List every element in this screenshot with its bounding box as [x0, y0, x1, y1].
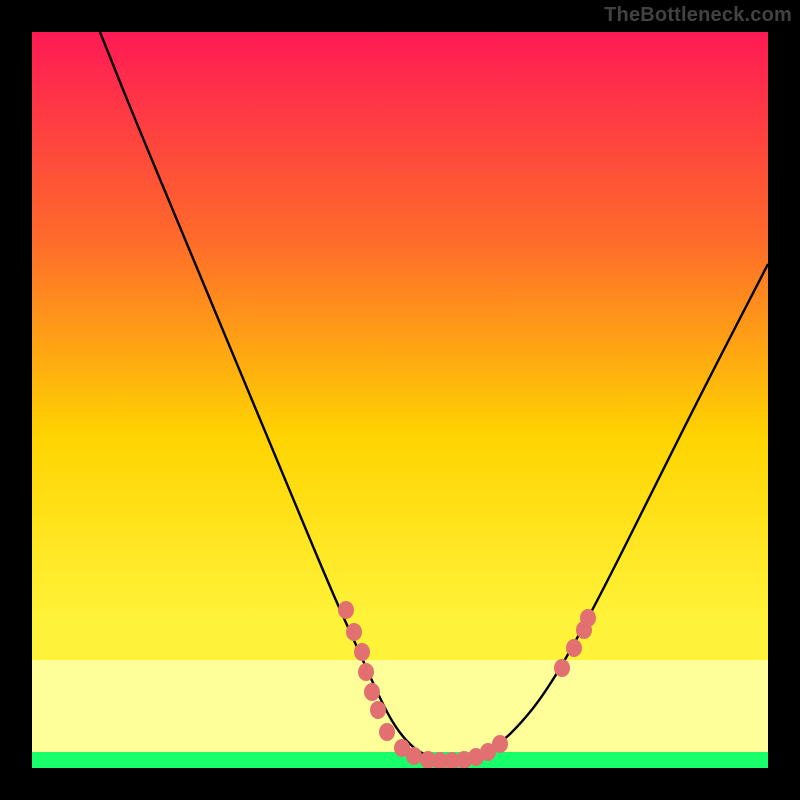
- gradient-background: [32, 32, 768, 768]
- curve-marker: [354, 643, 370, 661]
- curve-marker: [554, 659, 570, 677]
- curve-marker: [492, 735, 508, 753]
- watermark-text: TheBottleneck.com: [604, 4, 792, 27]
- chart-svg: [32, 32, 768, 768]
- curve-marker: [566, 639, 582, 657]
- curve-marker: [364, 683, 380, 701]
- plot-area: [32, 32, 768, 768]
- curve-marker: [406, 747, 422, 765]
- pale-band: [32, 660, 768, 752]
- curve-marker: [370, 701, 386, 719]
- curve-marker: [358, 663, 374, 681]
- curve-marker: [580, 609, 596, 627]
- curve-marker: [338, 601, 354, 619]
- curve-marker: [346, 623, 362, 641]
- curve-marker: [379, 723, 395, 741]
- chart-stage: TheBottleneck.com: [0, 0, 800, 800]
